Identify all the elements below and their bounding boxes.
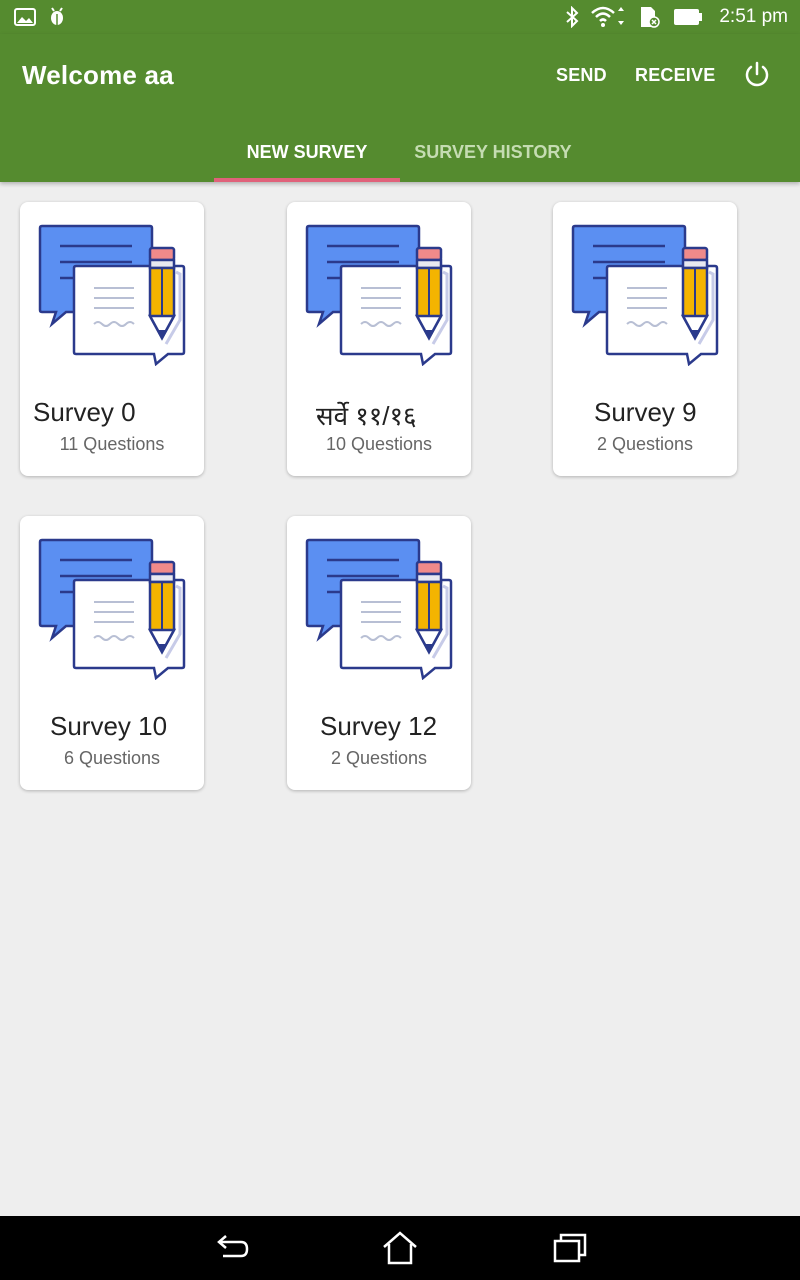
survey-illustration-icon — [305, 538, 455, 681]
survey-illustration-icon — [38, 538, 188, 681]
survey-name: Survey 12 — [320, 711, 438, 741]
survey-question-count: 11 Questions — [59, 434, 165, 454]
status-left — [14, 6, 66, 28]
survey-name: Survey 10 — [50, 711, 168, 741]
survey-card[interactable]: Survey 9 2 Questions — [553, 202, 737, 476]
status-time: 2:51 pm — [719, 6, 788, 27]
survey-illustration-icon — [571, 224, 721, 367]
power-icon — [745, 61, 769, 87]
power-button[interactable] — [742, 60, 772, 90]
back-icon — [217, 1235, 249, 1258]
survey-card[interactable]: सर्वे ११/१६ 10 Questions — [287, 202, 471, 476]
survey-card[interactable]: Survey 12 2 Questions — [287, 516, 471, 790]
android-debug-icon — [48, 6, 66, 28]
survey-name: Survey 0 — [33, 397, 136, 427]
survey-question-count: 2 Questions — [596, 434, 694, 454]
tab-new-survey[interactable]: NEW SURVEY — [214, 122, 400, 182]
tab-survey-history[interactable]: SURVEY HISTORY — [400, 122, 586, 182]
survey-illustration-icon — [305, 224, 455, 367]
battery-icon — [673, 8, 703, 26]
survey-question-count: 2 Questions — [330, 748, 428, 768]
tab-bar: NEW SURVEY SURVEY HISTORY — [214, 122, 586, 182]
survey-card[interactable]: Survey 0 11 Questions — [20, 202, 204, 476]
recents-icon — [553, 1233, 587, 1263]
recents-button[interactable] — [550, 1230, 590, 1266]
nav-bar — [0, 1216, 800, 1280]
wifi-icon — [591, 6, 625, 28]
survey-card[interactable]: Survey 10 6 Questions — [20, 516, 204, 790]
sdcard-icon — [637, 5, 661, 29]
back-button[interactable] — [211, 1230, 251, 1266]
home-icon — [383, 1231, 417, 1265]
send-button[interactable]: SEND — [556, 65, 607, 86]
survey-name: Survey 9 — [594, 397, 697, 427]
status-right: 2:51 pm — [565, 5, 788, 29]
survey-name: सर्वे ११/१६ — [316, 401, 417, 431]
app-bar: Welcome aa SEND RECEIVE NEW SURVEY SURVE… — [0, 34, 800, 182]
status-bar: 2:51 pm — [0, 0, 800, 34]
survey-question-count: 10 Questions — [325, 434, 433, 454]
receive-button[interactable]: RECEIVE — [635, 65, 715, 86]
home-button[interactable] — [380, 1230, 420, 1266]
survey-question-count: 6 Questions — [63, 748, 161, 768]
app-title: Welcome aa — [22, 60, 174, 90]
bluetooth-icon — [565, 6, 579, 28]
image-icon — [14, 8, 36, 26]
survey-illustration-icon — [38, 224, 188, 367]
